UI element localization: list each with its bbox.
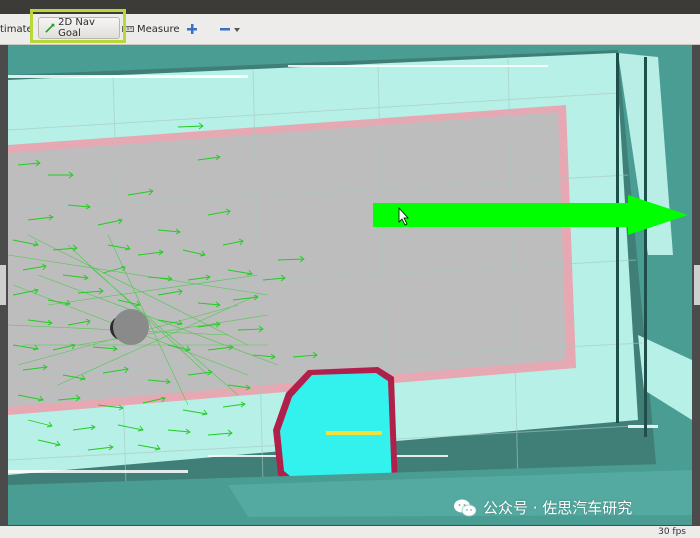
plus-icon: [187, 24, 197, 34]
measure-button[interactable]: Measure: [122, 19, 180, 39]
nav-goal-highlight-box: [30, 9, 126, 43]
pose-estimate-label: timate: [0, 23, 33, 35]
wechat-icon: [454, 499, 477, 516]
measure-label: Measure: [137, 23, 180, 35]
remove-tool-button[interactable]: [219, 19, 241, 39]
map-visualization: [8, 50, 692, 525]
watermark-text: 公众号 · 佐思汽车研究: [483, 499, 633, 517]
add-tool-button[interactable]: [186, 19, 198, 39]
watermark: 公众号 · 佐思汽车研究: [453, 497, 632, 518]
obstacle-highlight-line: [326, 431, 382, 435]
robot-body: [113, 309, 149, 345]
left-panel-handle[interactable]: [0, 265, 6, 305]
status-bar: 30 fps: [0, 526, 700, 538]
3d-render-view[interactable]: [8, 45, 692, 525]
2d-pose-estimate-button[interactable]: timate: [0, 19, 33, 39]
minus-dropdown-icon: [220, 28, 240, 32]
fps-counter: 30 fps: [658, 527, 686, 537]
right-panel-handle[interactable]: [694, 265, 700, 305]
